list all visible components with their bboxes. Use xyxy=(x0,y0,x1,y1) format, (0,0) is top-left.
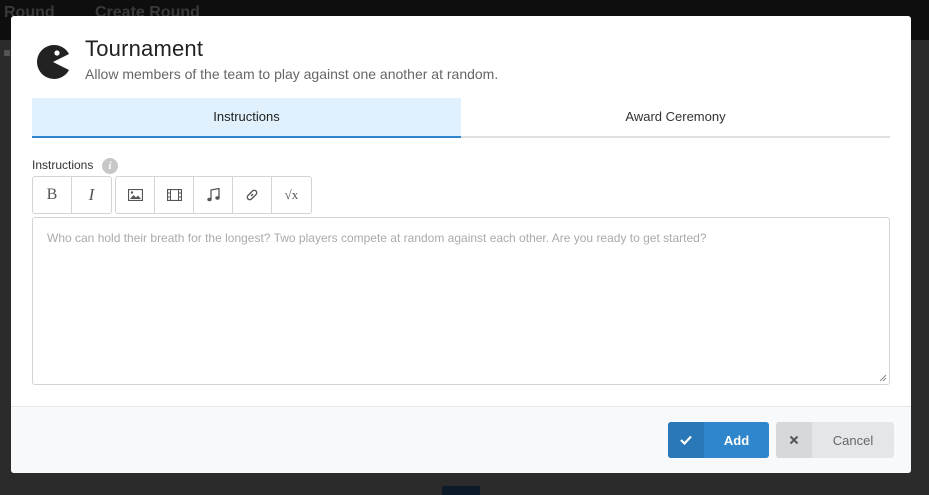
insert-image-button[interactable] xyxy=(116,177,155,213)
background-marker xyxy=(4,50,10,56)
tournament-modal: Tournament Allow members of the team to … xyxy=(11,16,911,473)
instructions-textarea[interactable] xyxy=(33,218,889,384)
add-button[interactable]: Add xyxy=(668,422,769,458)
format-toolbar-group: B I xyxy=(32,176,112,214)
music-icon xyxy=(206,188,220,202)
italic-icon: I xyxy=(88,185,95,204)
instructions-editor xyxy=(32,217,890,385)
italic-button[interactable]: I xyxy=(72,177,111,213)
image-icon xyxy=(127,189,143,201)
instructions-label: Instructions xyxy=(32,158,94,172)
insert-audio-button[interactable] xyxy=(194,177,233,213)
bold-icon: B xyxy=(46,186,58,203)
add-button-label: Add xyxy=(723,432,750,448)
insert-video-button[interactable] xyxy=(155,177,194,213)
tab-instructions[interactable]: Instructions xyxy=(32,98,461,138)
pacman-icon xyxy=(37,44,69,79)
background-button xyxy=(442,486,480,495)
cancel-button[interactable]: Cancel xyxy=(776,422,894,458)
video-icon xyxy=(166,189,182,201)
resize-handle-icon[interactable] xyxy=(879,374,887,382)
sqrt-icon: √x xyxy=(284,187,299,202)
insert-toolbar-group: √x xyxy=(115,176,312,214)
modal-tabs: Instructions Award Ceremony xyxy=(32,98,890,138)
modal-title: Tournament xyxy=(85,36,204,61)
cancel-button-label: Cancel xyxy=(832,432,874,448)
modal-header: Tournament Allow members of the team to … xyxy=(11,16,911,98)
modal-subtitle: Allow members of the team to play agains… xyxy=(85,66,499,82)
check-icon xyxy=(668,422,704,458)
insert-math-button[interactable]: √x xyxy=(272,177,311,213)
modal-footer: Add Cancel xyxy=(11,406,911,473)
close-icon xyxy=(776,422,812,458)
insert-link-button[interactable] xyxy=(233,177,272,213)
info-icon[interactable]: i xyxy=(102,158,118,174)
bold-button[interactable]: B xyxy=(33,177,72,213)
tab-award-ceremony[interactable]: Award Ceremony xyxy=(461,98,890,138)
link-icon xyxy=(246,189,258,201)
